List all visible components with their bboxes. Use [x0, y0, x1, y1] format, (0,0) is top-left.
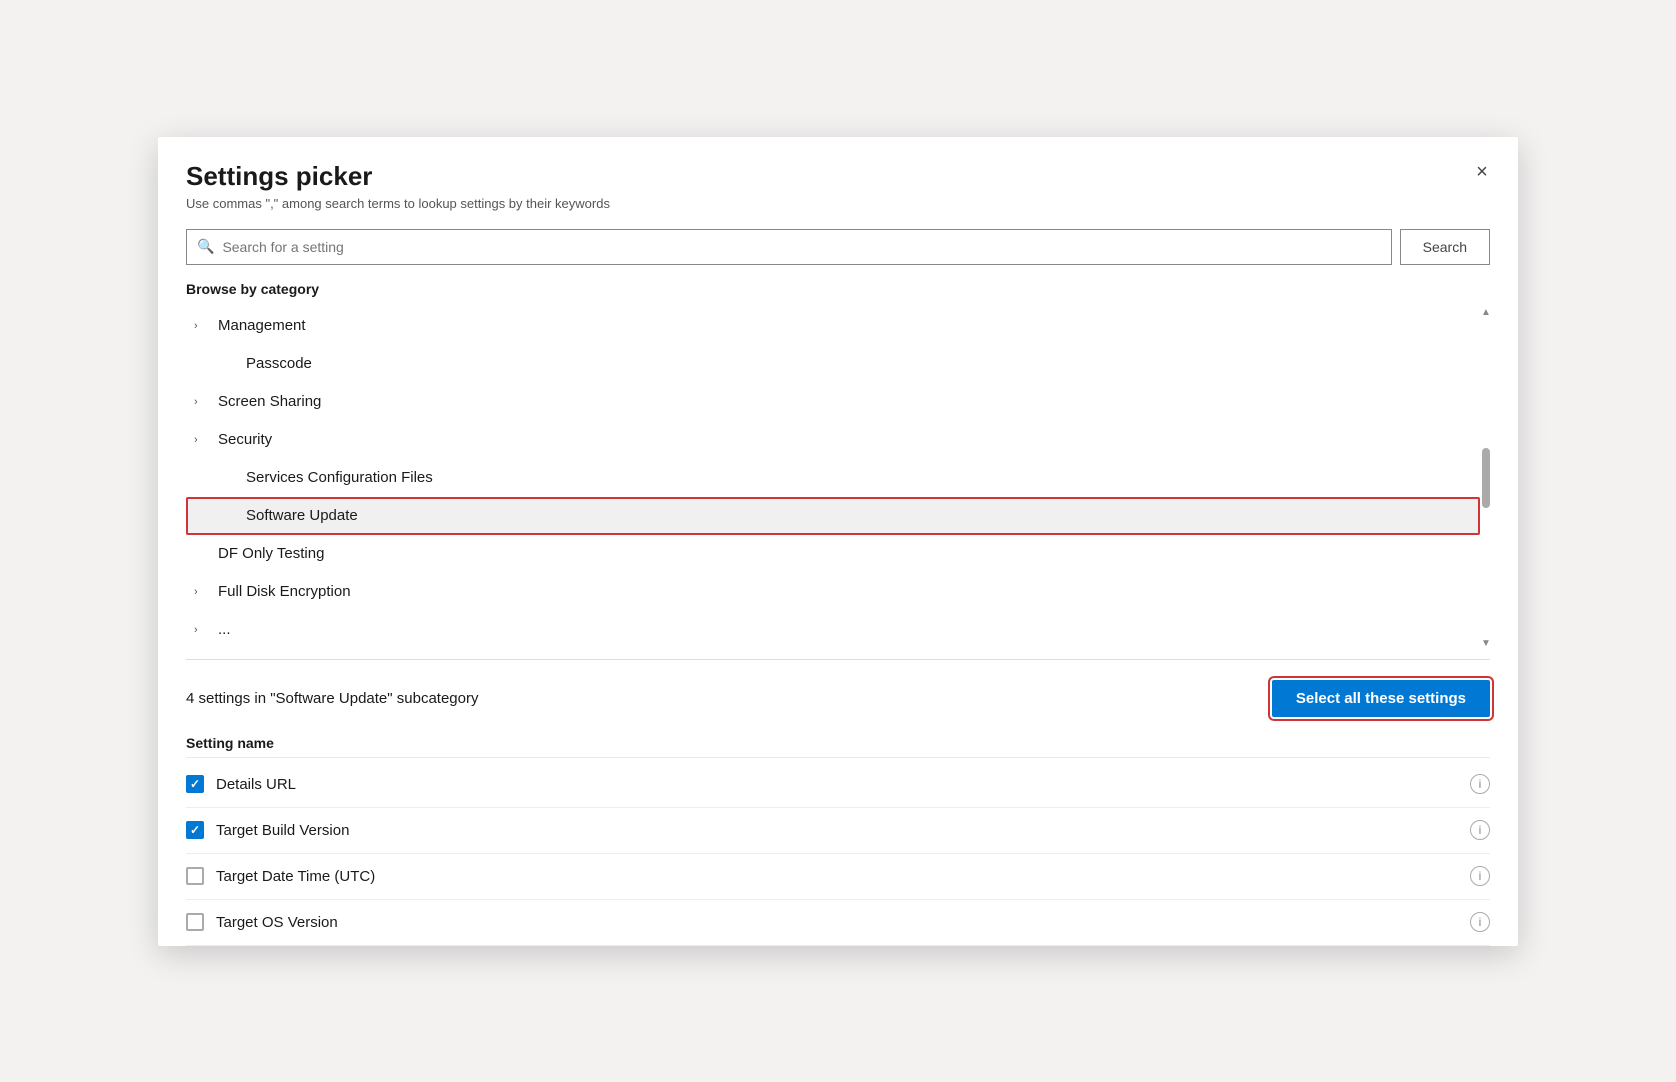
info-icon-details-url[interactable]: i — [1470, 774, 1490, 794]
category-item-more[interactable]: ›... — [186, 611, 1480, 649]
info-icon-target-date-time[interactable]: i — [1470, 866, 1490, 886]
scrollbar: ▲ ▼ — [1480, 307, 1490, 649]
close-button[interactable]: × — [1466, 157, 1498, 189]
category-label: Management — [218, 317, 306, 334]
setting-name-target-date-time: Target Date Time (UTC) — [216, 868, 1458, 885]
settings-row-target-build-version: ✓ Target Build Version i — [186, 808, 1490, 854]
category-item-software-update[interactable]: Software Update — [186, 497, 1480, 535]
search-input-wrap: 🔍 — [186, 229, 1392, 265]
browse-label: Browse by category — [158, 277, 1518, 303]
category-label: Passcode — [246, 355, 312, 372]
bottom-section: 4 settings in "Software Update" subcateg… — [158, 666, 1518, 946]
checkbox-target-os-version[interactable] — [186, 913, 204, 931]
category-item-full-disk-encryption[interactable]: › Full Disk Encryption — [186, 573, 1480, 611]
modal-subtitle: Use commas "," among search terms to loo… — [186, 196, 1490, 211]
select-all-button[interactable]: Select all these settings — [1272, 680, 1490, 717]
category-item-management[interactable]: › Management — [186, 307, 1480, 345]
checkmark-icon: ✓ — [190, 777, 200, 791]
scroll-up-arrow[interactable]: ▲ — [1481, 307, 1491, 318]
checkmark-icon: ✓ — [190, 823, 200, 837]
chevron-icon: › — [194, 396, 210, 408]
category-label: Screen Sharing — [218, 393, 321, 410]
category-label: Software Update — [246, 507, 358, 524]
setting-name-details-url: Details URL — [216, 776, 1458, 793]
divider — [186, 659, 1490, 660]
search-input[interactable] — [222, 239, 1380, 255]
category-item-services-config[interactable]: Services Configuration Files — [186, 459, 1480, 497]
info-symbol: i — [1479, 823, 1482, 837]
info-icon-target-build-version[interactable]: i — [1470, 820, 1490, 840]
category-item-security[interactable]: › Security — [186, 421, 1480, 459]
settings-rows-list: ✓Details URLi✓Target Build VersioniTarge… — [186, 762, 1490, 946]
scroll-down-arrow[interactable]: ▼ — [1481, 638, 1491, 649]
search-button[interactable]: Search — [1400, 229, 1490, 265]
settings-row-target-date-time: Target Date Time (UTC) i — [186, 854, 1490, 900]
info-symbol: i — [1479, 915, 1482, 929]
chevron-icon: › — [194, 434, 210, 446]
category-list: › Management Passcode › Screen Sharing › Secur… — [186, 307, 1480, 649]
checkbox-target-build-version[interactable]: ✓ — [186, 821, 204, 839]
settings-count: 4 settings in "Software Update" subcateg… — [186, 690, 478, 707]
chevron-icon: › — [194, 586, 210, 598]
settings-row-target-os-version: Target OS Version i — [186, 900, 1490, 946]
modal-title: Settings picker — [186, 161, 1490, 192]
scroll-thumb[interactable] — [1482, 448, 1490, 508]
category-label: ... — [218, 621, 231, 638]
info-symbol: i — [1479, 777, 1482, 791]
chevron-icon: › — [194, 320, 210, 332]
category-item-screen-sharing[interactable]: › Screen Sharing — [186, 383, 1480, 421]
category-item-df-only-testing[interactable]: DF Only Testing — [186, 535, 1480, 573]
category-label: DF Only Testing — [218, 545, 324, 562]
category-label: Full Disk Encryption — [218, 583, 351, 600]
info-icon-target-os-version[interactable]: i — [1470, 912, 1490, 932]
search-icon: 🔍 — [197, 238, 214, 255]
search-row: 🔍 Search — [158, 219, 1518, 277]
category-label: Security — [218, 431, 272, 448]
setting-name-target-build-version: Target Build Version — [216, 822, 1458, 839]
category-label: Services Configuration Files — [246, 469, 433, 486]
modal-header: Settings picker Use commas "," among sea… — [158, 137, 1518, 219]
checkbox-details-url[interactable]: ✓ — [186, 775, 204, 793]
category-list-wrap: › Management Passcode › Screen Sharing › Secur… — [158, 303, 1518, 653]
checkbox-target-date-time[interactable] — [186, 867, 204, 885]
settings-column-header: Setting name — [186, 729, 1490, 758]
bottom-header: 4 settings in "Software Update" subcateg… — [186, 680, 1490, 717]
chevron-icon: › — [194, 624, 210, 636]
category-item-passcode[interactable]: Passcode — [186, 345, 1480, 383]
settings-row-details-url: ✓ Details URL i — [186, 762, 1490, 808]
info-symbol: i — [1479, 869, 1482, 883]
setting-name-target-os-version: Target OS Version — [216, 914, 1458, 931]
settings-picker-modal: Settings picker Use commas "," among sea… — [158, 137, 1518, 946]
